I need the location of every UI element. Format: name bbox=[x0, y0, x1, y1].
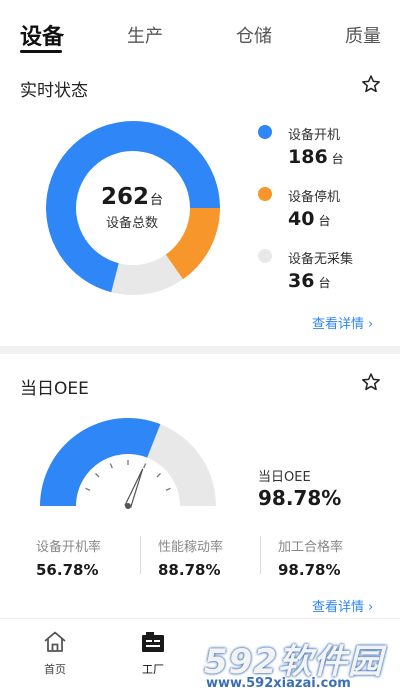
watermark-url: www.592xiazai.com bbox=[206, 676, 351, 691]
legend-stopped-value: 40 台 bbox=[288, 208, 331, 230]
running-dot-icon bbox=[258, 125, 272, 139]
chevron-right-icon: › bbox=[368, 600, 374, 615]
legend-no-data-value: 36 台 bbox=[288, 270, 331, 292]
legend-running-label: 设备开机 bbox=[288, 128, 341, 143]
watermark-logo: 592软件园 www.592xiazai.com bbox=[196, 628, 396, 696]
gauge-tick bbox=[95, 473, 100, 478]
home-icon bbox=[44, 631, 66, 652]
oee-value: 98.78% bbox=[258, 486, 342, 510]
metric-quality-label: 加工合格率 bbox=[278, 540, 344, 555]
gauge-tick bbox=[85, 487, 91, 491]
status-details-link[interactable]: 查看详情 › bbox=[312, 313, 373, 332]
gauge-needle-icon bbox=[124, 468, 144, 508]
metric-separator bbox=[260, 536, 261, 574]
tab-quality[interactable]: 质量 bbox=[345, 22, 381, 48]
metric-separator bbox=[140, 536, 141, 574]
oee-gauge bbox=[40, 418, 216, 509]
metric-uptime: 设备开机率 56.78% bbox=[36, 536, 156, 579]
top-tab-bar: 设备 生产 仓储 质量 bbox=[0, 0, 400, 60]
gauge-pivot bbox=[125, 503, 131, 509]
factory-icon bbox=[142, 632, 164, 652]
legend-running-value: 186 台 bbox=[288, 146, 344, 168]
favorite-star-icon[interactable] bbox=[361, 372, 381, 392]
nav-factory-label: 工厂 bbox=[142, 663, 164, 676]
metric-uptime-value: 56.78% bbox=[36, 561, 99, 579]
tab-equipment[interactable]: 设备 bbox=[20, 19, 64, 51]
active-tab-indicator bbox=[20, 50, 62, 53]
legend-no-data-label: 设备无采集 bbox=[288, 252, 354, 267]
oee-details-link[interactable]: 查看详情 › bbox=[312, 596, 373, 615]
status-section-title: 实时状态 bbox=[20, 81, 88, 101]
gauge-tick bbox=[156, 473, 161, 478]
chevron-right-icon: › bbox=[368, 317, 374, 332]
legend-stopped-label: 设备停机 bbox=[288, 190, 341, 205]
tab-warehouse[interactable]: 仓储 bbox=[236, 22, 272, 48]
gauge-tick bbox=[143, 463, 147, 469]
favorite-star-icon[interactable] bbox=[361, 74, 381, 94]
gauge-tick bbox=[165, 487, 171, 491]
no-data-dot-icon bbox=[258, 249, 272, 263]
metric-quality: 加工合格率 98.78% bbox=[278, 536, 398, 579]
metric-quality-value: 98.78% bbox=[278, 561, 341, 579]
nav-home-label: 首页 bbox=[44, 663, 66, 676]
total-devices-label: 设备总数 bbox=[105, 216, 158, 231]
gauge-ticks bbox=[85, 460, 171, 491]
section-divider bbox=[0, 346, 400, 354]
stopped-dot-icon bbox=[258, 187, 272, 201]
legend-no-data: 设备无采集 36 台 bbox=[258, 248, 388, 294]
oee-section-title: 当日OEE bbox=[20, 379, 89, 399]
legend-stopped: 设备停机 40 台 bbox=[258, 186, 388, 232]
total-devices-value: 262台 bbox=[100, 184, 164, 210]
gauge-tick bbox=[109, 463, 113, 469]
legend-running: 设备开机 186 台 bbox=[258, 124, 388, 170]
tab-production[interactable]: 生产 bbox=[127, 22, 163, 48]
gauge-fill bbox=[40, 418, 161, 506]
nav-factory[interactable]: 工厂 bbox=[118, 629, 188, 677]
metric-uptime-label: 设备开机率 bbox=[36, 540, 102, 555]
nav-home[interactable]: 首页 bbox=[20, 629, 90, 677]
oee-label: 当日OEE bbox=[258, 470, 311, 485]
